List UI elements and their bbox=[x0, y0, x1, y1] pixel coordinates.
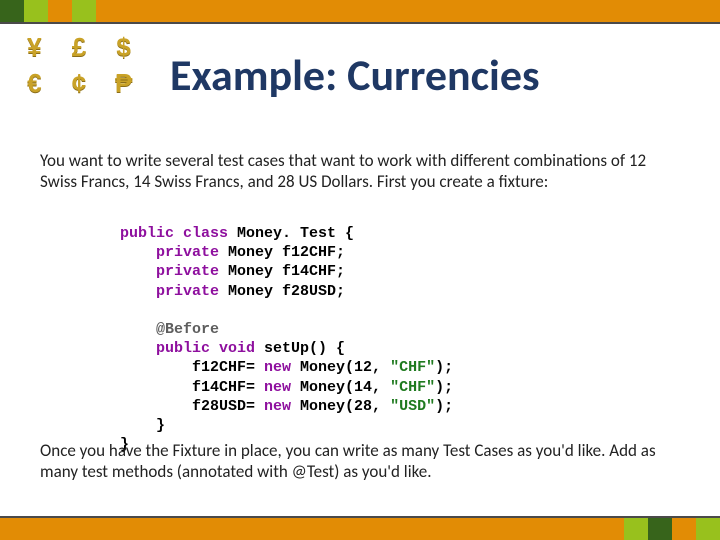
currency-icons: ¥ £ $ € ¢ ₱ bbox=[14, 34, 144, 104]
code-line: public class Money. Test { bbox=[120, 225, 354, 242]
outro-paragraph: Once you have the Fixture in place, you … bbox=[40, 440, 680, 483]
top-rule bbox=[0, 22, 720, 24]
code-line: public void setUp() { bbox=[156, 340, 345, 357]
dollar-icon: $ bbox=[103, 34, 144, 68]
code-line: @Before bbox=[156, 321, 219, 338]
code-line: private Money f28USD; bbox=[156, 283, 345, 300]
euro-icon: € bbox=[14, 70, 55, 104]
peso-icon: ₱ bbox=[103, 70, 144, 104]
code-line: } bbox=[156, 417, 165, 434]
pound-icon: £ bbox=[59, 34, 100, 68]
bottom-decorative-bar bbox=[0, 518, 720, 540]
code-line: f14CHF= new Money(14, "CHF"); bbox=[192, 379, 453, 396]
yen-icon: ¥ bbox=[14, 34, 55, 68]
code-block: public class Money. Test { private Money… bbox=[120, 224, 453, 454]
slide-title: Example: Currencies bbox=[170, 48, 540, 102]
code-line: private Money f14CHF; bbox=[156, 263, 345, 280]
code-line: private Money f12CHF; bbox=[156, 244, 345, 261]
cent-icon: ¢ bbox=[59, 70, 100, 104]
intro-paragraph: You want to write several test cases tha… bbox=[40, 150, 680, 193]
code-line: f12CHF= new Money(12, "CHF"); bbox=[192, 359, 453, 376]
code-line: f28USD= new Money(28, "USD"); bbox=[192, 398, 453, 415]
top-decorative-bar bbox=[0, 0, 720, 22]
